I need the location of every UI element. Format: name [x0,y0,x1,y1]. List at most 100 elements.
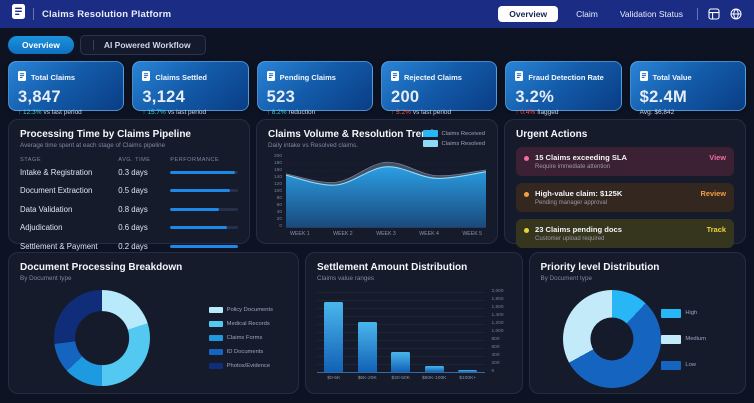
y-tick-label: 80 [277,196,282,201]
x-axis: WEEK 1WEEK 2WEEK 3WEEK 4WEEK 5 [286,231,486,237]
kpi-card: Total Claims3,847↑ 12.3%vs last period [8,61,124,111]
area-chart [286,157,486,228]
chart-legend: HighMediumLow [661,309,706,370]
panel-subtitle: Average time spent at each stage of Clai… [20,142,238,149]
kpi-delta-suffix: vs last period [168,109,206,116]
urgent-title: High-value claim: $125K [535,189,701,198]
donut-chart [563,290,661,388]
y-tick-label: 800 [492,337,500,342]
legend-item: Medical Records [209,321,273,327]
legend-swatch [209,307,223,313]
pipeline-row: Data Validation0.8 days [20,200,238,219]
nav-link-overview[interactable]: Overview [498,6,558,22]
legend-label: Claims Forms [227,335,263,341]
legend-label: Photos/Evidence [227,363,271,369]
kpi-row: Total Claims3,847↑ 12.3%vs last periodCl… [8,61,746,111]
y-tick-label: 0 [279,224,282,229]
performance-bar [170,245,238,248]
nav-link-validation-status[interactable]: Validation Status [616,7,687,21]
urgent-action-link[interactable]: View [709,153,726,162]
panel-subtitle: By Document type [541,275,734,282]
y-tick-label: 140 [274,175,282,180]
y-axis: 02004006008001,0001,2001,4001,6001,8002,… [485,292,511,372]
kpi-delta-suffix: vs last period [44,109,82,116]
kpi-delta: ↑ 0.4%flagged [515,109,611,116]
x-axis-label: $5K-20K [352,376,382,381]
donut-hole [590,317,633,360]
donut-chart [54,290,150,386]
legend-item: Claims Resolved [423,140,486,147]
divider [33,8,34,20]
urgent-action-link[interactable]: Review [701,189,726,198]
pipeline-row: Document Extraction0.5 days [20,182,238,201]
nav-link-claim[interactable]: Claim [572,7,602,21]
urgent-list: 15 Claims exceeding SLA Require immediate… [516,147,734,248]
x-axis-label: $0-5K [319,376,349,381]
panel-title: Priority level Distribution [541,262,734,273]
pipeline-panel: Processing Time by Claims Pipeline Avera… [8,119,250,244]
kpi-delta-suffix: flagged [537,109,558,116]
legend-item: Policy Documents [209,307,273,313]
tab-overview[interactable]: Overview [8,36,74,54]
x-axis-label: WEEK 4 [419,231,439,237]
panel-title: Document Processing Breakdown [20,262,287,273]
y-tick-label: 120 [274,182,282,187]
y-tick-label: 1,200 [492,321,504,326]
legend-item: High [661,309,706,318]
y-tick-label: 40 [277,210,282,215]
globe-icon[interactable] [730,8,742,20]
urgent-action-card: 15 Claims exceeding SLA Require immediate… [516,147,734,176]
urgent-title: 15 Claims exceeding SLA [535,153,709,162]
urgent-action-link[interactable]: Track [707,225,726,234]
urgent-subtitle: Require immediate attention [535,164,709,170]
kpi-card: Pending Claims523↑ 8.2%reduction [257,61,373,111]
kpi-delta: Avg: $6,842 [640,109,736,116]
table-body: Intake & Registration0.3 daysDocument Ex… [20,163,238,256]
table-header: STAGEAVG. TIMEPERFORMANCE [20,157,238,163]
bar-chart [317,292,484,373]
legend-label: Medical Records [227,321,270,327]
kpi-card: Claims Settled3,124↑ 15.7%vs last period [132,61,248,111]
bar [458,370,477,372]
legend-swatch [423,130,438,137]
kpi-label: Claims Settled [155,73,207,82]
document-icon [267,68,275,86]
document-icon [18,68,26,86]
y-tick-label: 0 [492,369,495,374]
kpi-card: Total Value$2.4MAvg: $6,842 [630,61,746,111]
priority-panel: Priority level Distribution By Document … [529,252,746,394]
column-header: AVG. TIME [118,157,170,163]
urgent-action-card: High-value claim: $125KPending manager a… [516,183,734,212]
legend-label: Medium [685,336,706,342]
bar [358,322,377,372]
x-axis-label: WEEK 5 [462,231,482,237]
area-chart-svg [286,157,486,227]
kpi-delta-value: ↑ 0.4% [515,109,535,116]
kpi-value: 523 [267,88,363,107]
y-tick-label: 200 [492,361,500,366]
kpi-delta: ↑ 5.2%vs last period [391,109,487,116]
y-tick-label: 100 [274,189,282,194]
nav-links: Overview Claim Validation Status [498,6,687,22]
kpi-value: 3.2% [515,88,611,107]
bar [425,366,444,372]
y-tick-label: 2,000 [492,289,504,294]
doc-breakdown-panel: Document Processing Breakdown By Documen… [8,252,299,394]
status-dot [524,156,529,161]
tab-ai-powered-workflow[interactable]: AI Powered Workflow [102,39,193,51]
legend-label: Claims Received [442,131,486,137]
app-logo-icon [12,4,25,24]
document-icon [142,68,150,86]
y-tick-label: 1,000 [492,329,504,334]
kpi-delta: ↑ 8.2%reduction [267,109,363,116]
donut-hole [75,311,129,365]
kpi-delta: ↑ 12.3%vs last period [18,109,114,116]
urgent-actions-panel: Urgent Actions 15 Claims exceeding SLARe… [504,119,746,244]
panel-subtitle: Claims value ranges [317,275,510,282]
legend-swatch [661,309,681,318]
column-header: PERFORMANCE [170,157,238,163]
panels-icon[interactable] [708,8,720,20]
y-tick-label: 1,600 [492,305,504,310]
kpi-delta-value: ↑ 5.2% [391,109,411,116]
kpi-label: Total Value [653,73,692,82]
